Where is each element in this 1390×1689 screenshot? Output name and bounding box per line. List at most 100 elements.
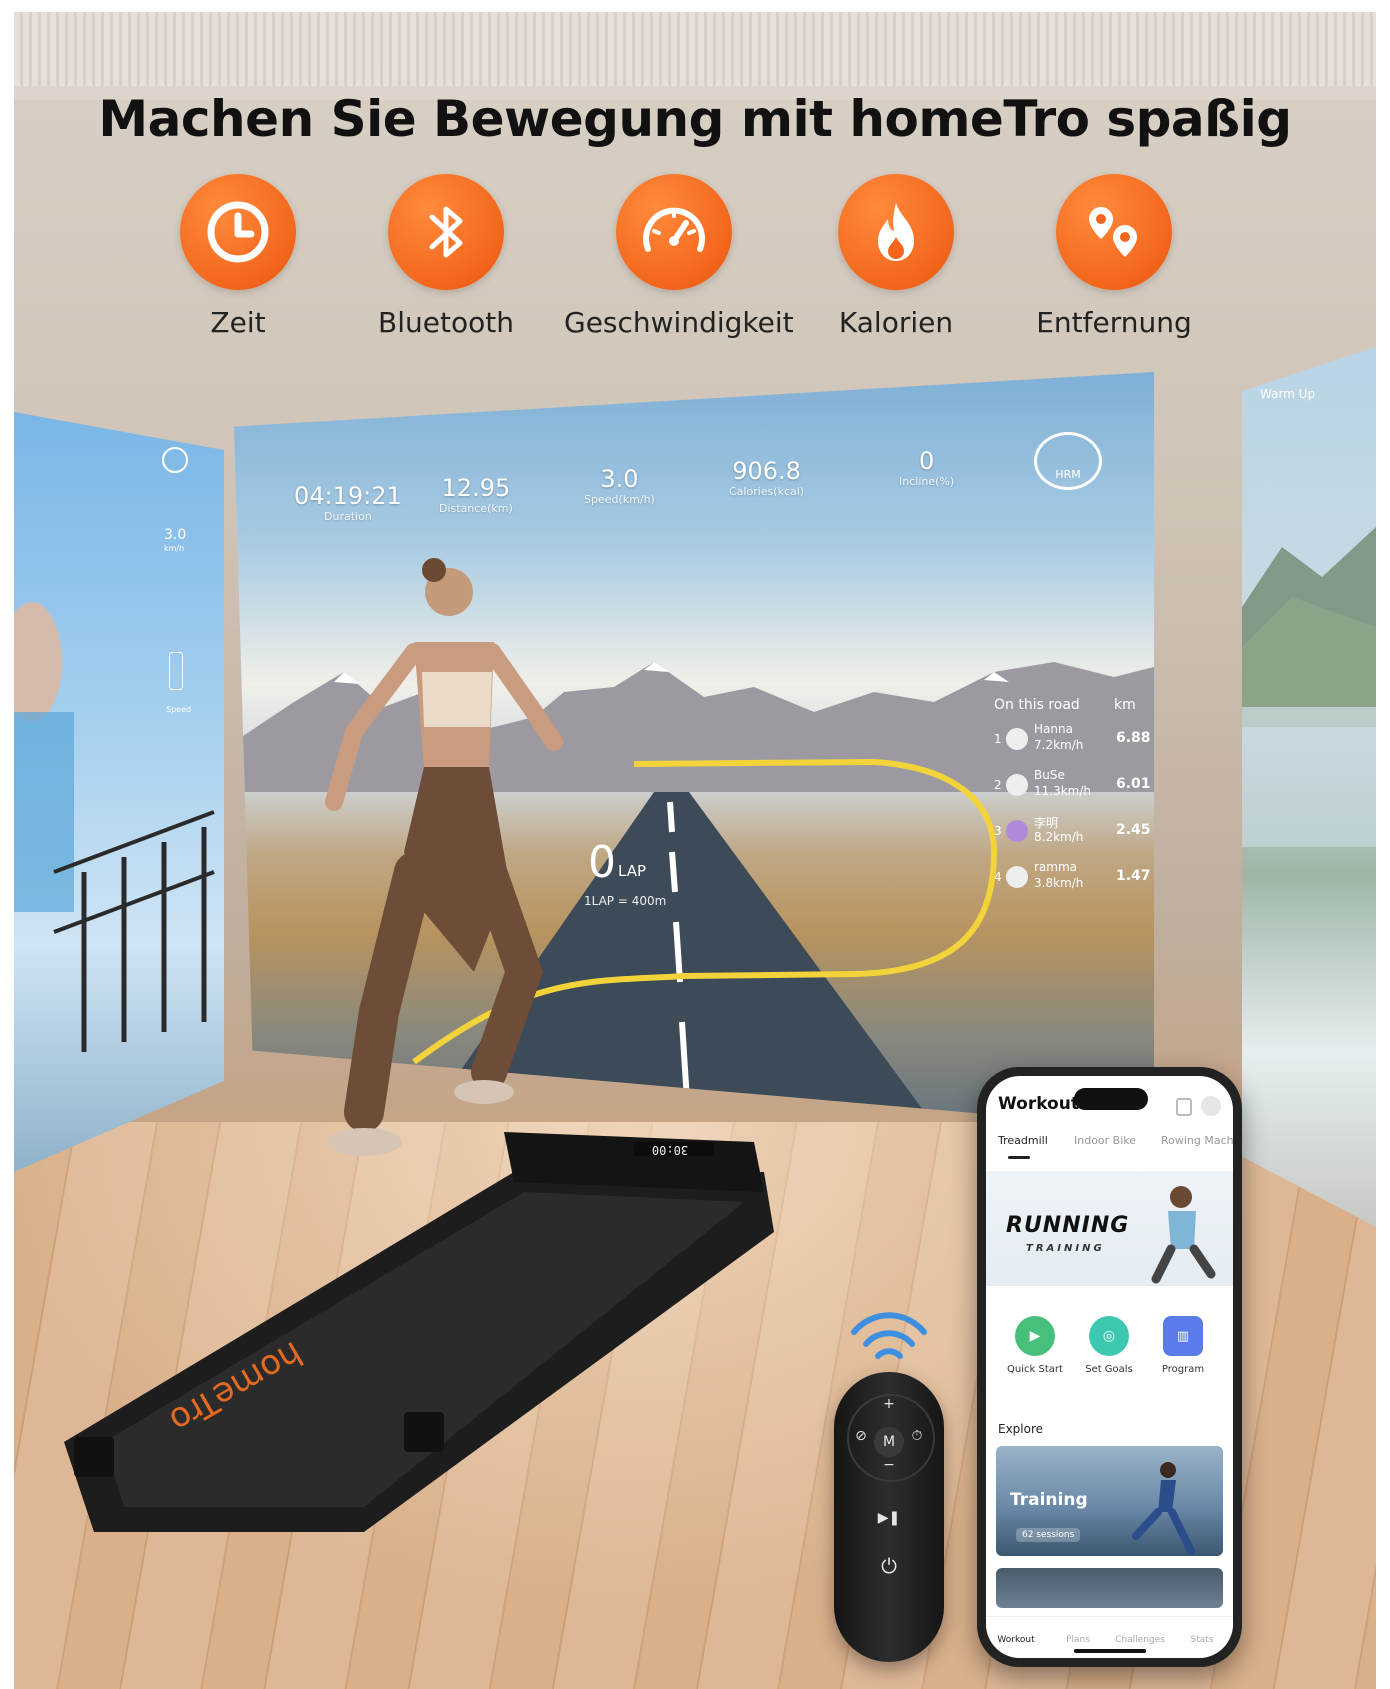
runner-name: ramma — [1034, 860, 1078, 874]
stat-speed: 3.0 Speed(km/h) — [584, 465, 655, 506]
runner-name: Hanna — [1034, 722, 1073, 736]
ceiling-molding — [14, 12, 1376, 86]
smartphone: Workout Treadmill Indoor Bike Rowing Mac… — [977, 1067, 1242, 1667]
tab-indicator — [1008, 1156, 1030, 1159]
stat-value: 04:19:21 — [294, 482, 402, 510]
runner-name: 李明 — [1034, 816, 1059, 830]
play-icon: ▶ — [1015, 1316, 1055, 1356]
runner-speed: 8.2km/h — [1034, 830, 1084, 844]
quick-start-button[interactable]: ▶ Quick Start — [1000, 1316, 1070, 1375]
mode-button: M — [874, 1427, 904, 1457]
lap-note: 1LAP = 400m — [584, 894, 667, 908]
tab-rowing: Rowing Mach — [1161, 1134, 1233, 1147]
runner-km: 1.47 — [1116, 868, 1151, 884]
stat-incline: 0 Incline(%) — [899, 447, 954, 488]
program-label: Program — [1161, 1364, 1205, 1375]
athlete-photo — [1132, 1462, 1195, 1555]
profile-icon — [1201, 1096, 1221, 1116]
nav-stats[interactable]: Stats — [1172, 1635, 1232, 1645]
banner-subtitle: TRAINING — [1026, 1243, 1105, 1254]
leaderboard-row: 4 ramma 3.8km/h 1.47 — [994, 860, 1151, 896]
feature-label: Geschwindigkeit — [564, 306, 794, 339]
stat-duration: 04:19:21 Duration — [294, 482, 402, 523]
program-button[interactable]: ▥ Program — [1148, 1316, 1218, 1375]
leaderboard-row: 1 Hanna 7.2km/h 6.88 — [994, 722, 1151, 758]
stat-label: Duration — [324, 510, 372, 523]
runner-photo — [1151, 1186, 1216, 1284]
stat-value: 12.95 — [441, 474, 511, 502]
stat-label: Speed(km/h) — [584, 493, 655, 506]
bluetooth-icon — [388, 174, 504, 290]
left-level-bar — [169, 652, 183, 690]
tab-indoor-bike: Indoor Bike — [1074, 1134, 1137, 1147]
stat-value: 906.8 — [732, 457, 801, 485]
watch-icon — [1176, 1098, 1192, 1116]
feature-calories: Kalorien — [786, 174, 1006, 339]
runner-km: 2.45 — [1116, 822, 1151, 838]
next-card[interactable] — [996, 1568, 1223, 1608]
leaderboard-row: 2 BuSe 11.3km/h 6.01 — [994, 768, 1151, 804]
feature-label: Bluetooth — [378, 306, 514, 339]
warm-up-label: Warm Up — [1260, 387, 1316, 401]
plus-button: + — [883, 1396, 895, 1412]
feature-label: Zeit — [210, 306, 266, 339]
chart-icon: ▥ — [1163, 1316, 1203, 1356]
rank: 1 — [994, 732, 1002, 746]
nav-challenges[interactable]: Challenges — [1110, 1635, 1170, 1645]
speedometer-icon — [616, 174, 732, 290]
runner-speed: 11.3km/h — [1034, 784, 1092, 798]
remote-control: + ⊘ M ⏱ − ▶❚ ⏻ — [834, 1372, 944, 1662]
right-display-panel: Warm Up — [1242, 347, 1376, 1227]
runner-speed: 3.8km/h — [1034, 876, 1084, 890]
target-icon: ◎ — [1089, 1316, 1129, 1356]
left-speed-unit: km/h — [164, 544, 185, 553]
minus-button: − — [883, 1457, 895, 1473]
stat-label: Incline(%) — [899, 475, 955, 488]
feature-distance: Entfernung — [1004, 174, 1224, 339]
dynamic-island — [1074, 1088, 1148, 1110]
left-speed-value: 3.0 — [164, 527, 187, 543]
hrm-label: HRM — [1055, 468, 1081, 481]
nav-plans[interactable]: Plans — [1048, 1635, 1108, 1645]
stat-label: Calories(kcal) — [729, 485, 805, 498]
leaderboard-row: 3 李明 8.2km/h 2.45 — [994, 814, 1151, 850]
rank: 4 — [994, 870, 1002, 884]
nav-workout[interactable]: Workout — [986, 1635, 1046, 1645]
feature-time: Zeit — [128, 174, 348, 339]
quick-start-label: Quick Start — [1007, 1364, 1063, 1375]
tab-treadmill: Treadmill — [998, 1134, 1048, 1147]
home-indicator — [1074, 1649, 1146, 1653]
app-screen: Workout Treadmill Indoor Bike Rowing Mac… — [986, 1076, 1233, 1658]
app-title: Workout — [998, 1094, 1079, 1114]
card-subtitle: 62 sessions — [1016, 1528, 1081, 1542]
feature-speed: Geschwindigkeit — [564, 174, 794, 339]
stat-label: Distance(km) — [439, 502, 513, 515]
left-speed-label: Speed — [166, 705, 192, 714]
set-goals-button[interactable]: ◎ Set Goals — [1074, 1316, 1144, 1375]
avatar — [1006, 728, 1028, 750]
feature-bluetooth: Bluetooth — [336, 174, 556, 339]
explore-heading: Explore — [998, 1422, 1044, 1436]
rank: 2 — [994, 778, 1002, 792]
training-card[interactable]: Training 62 sessions — [996, 1446, 1223, 1556]
heart-icon — [162, 447, 188, 473]
power-icon: ⏻ — [881, 1554, 897, 1578]
set-goals-label: Set Goals — [1085, 1364, 1133, 1375]
runner-name: BuSe — [1034, 768, 1065, 782]
leaderboard-title: On this road — [994, 697, 1080, 713]
mute-icon: ⊘ — [855, 1428, 867, 1444]
headline: Machen Sie Bewegung mit homeTro spaßig — [98, 90, 1292, 148]
runner-km: 6.01 — [1116, 776, 1151, 792]
flame-icon — [838, 174, 954, 290]
avatar — [1006, 866, 1028, 888]
avatar — [1006, 774, 1028, 796]
lap-label: LAP — [618, 862, 647, 880]
stat-value: 0 — [918, 447, 935, 475]
room-scene: Machen Sie Bewegung mit homeTro spaßig Z… — [14, 12, 1376, 1689]
wireless-signal-icon — [851, 1312, 927, 1359]
card-title: Training — [1010, 1490, 1088, 1510]
walking-pad-treadmill: 30:00 homeTro — [64, 1132, 774, 1532]
avatar — [1006, 820, 1028, 842]
running-banner: RUNNING TRAINING — [986, 1171, 1233, 1286]
runner-speed: 7.2km/h — [1034, 738, 1084, 752]
